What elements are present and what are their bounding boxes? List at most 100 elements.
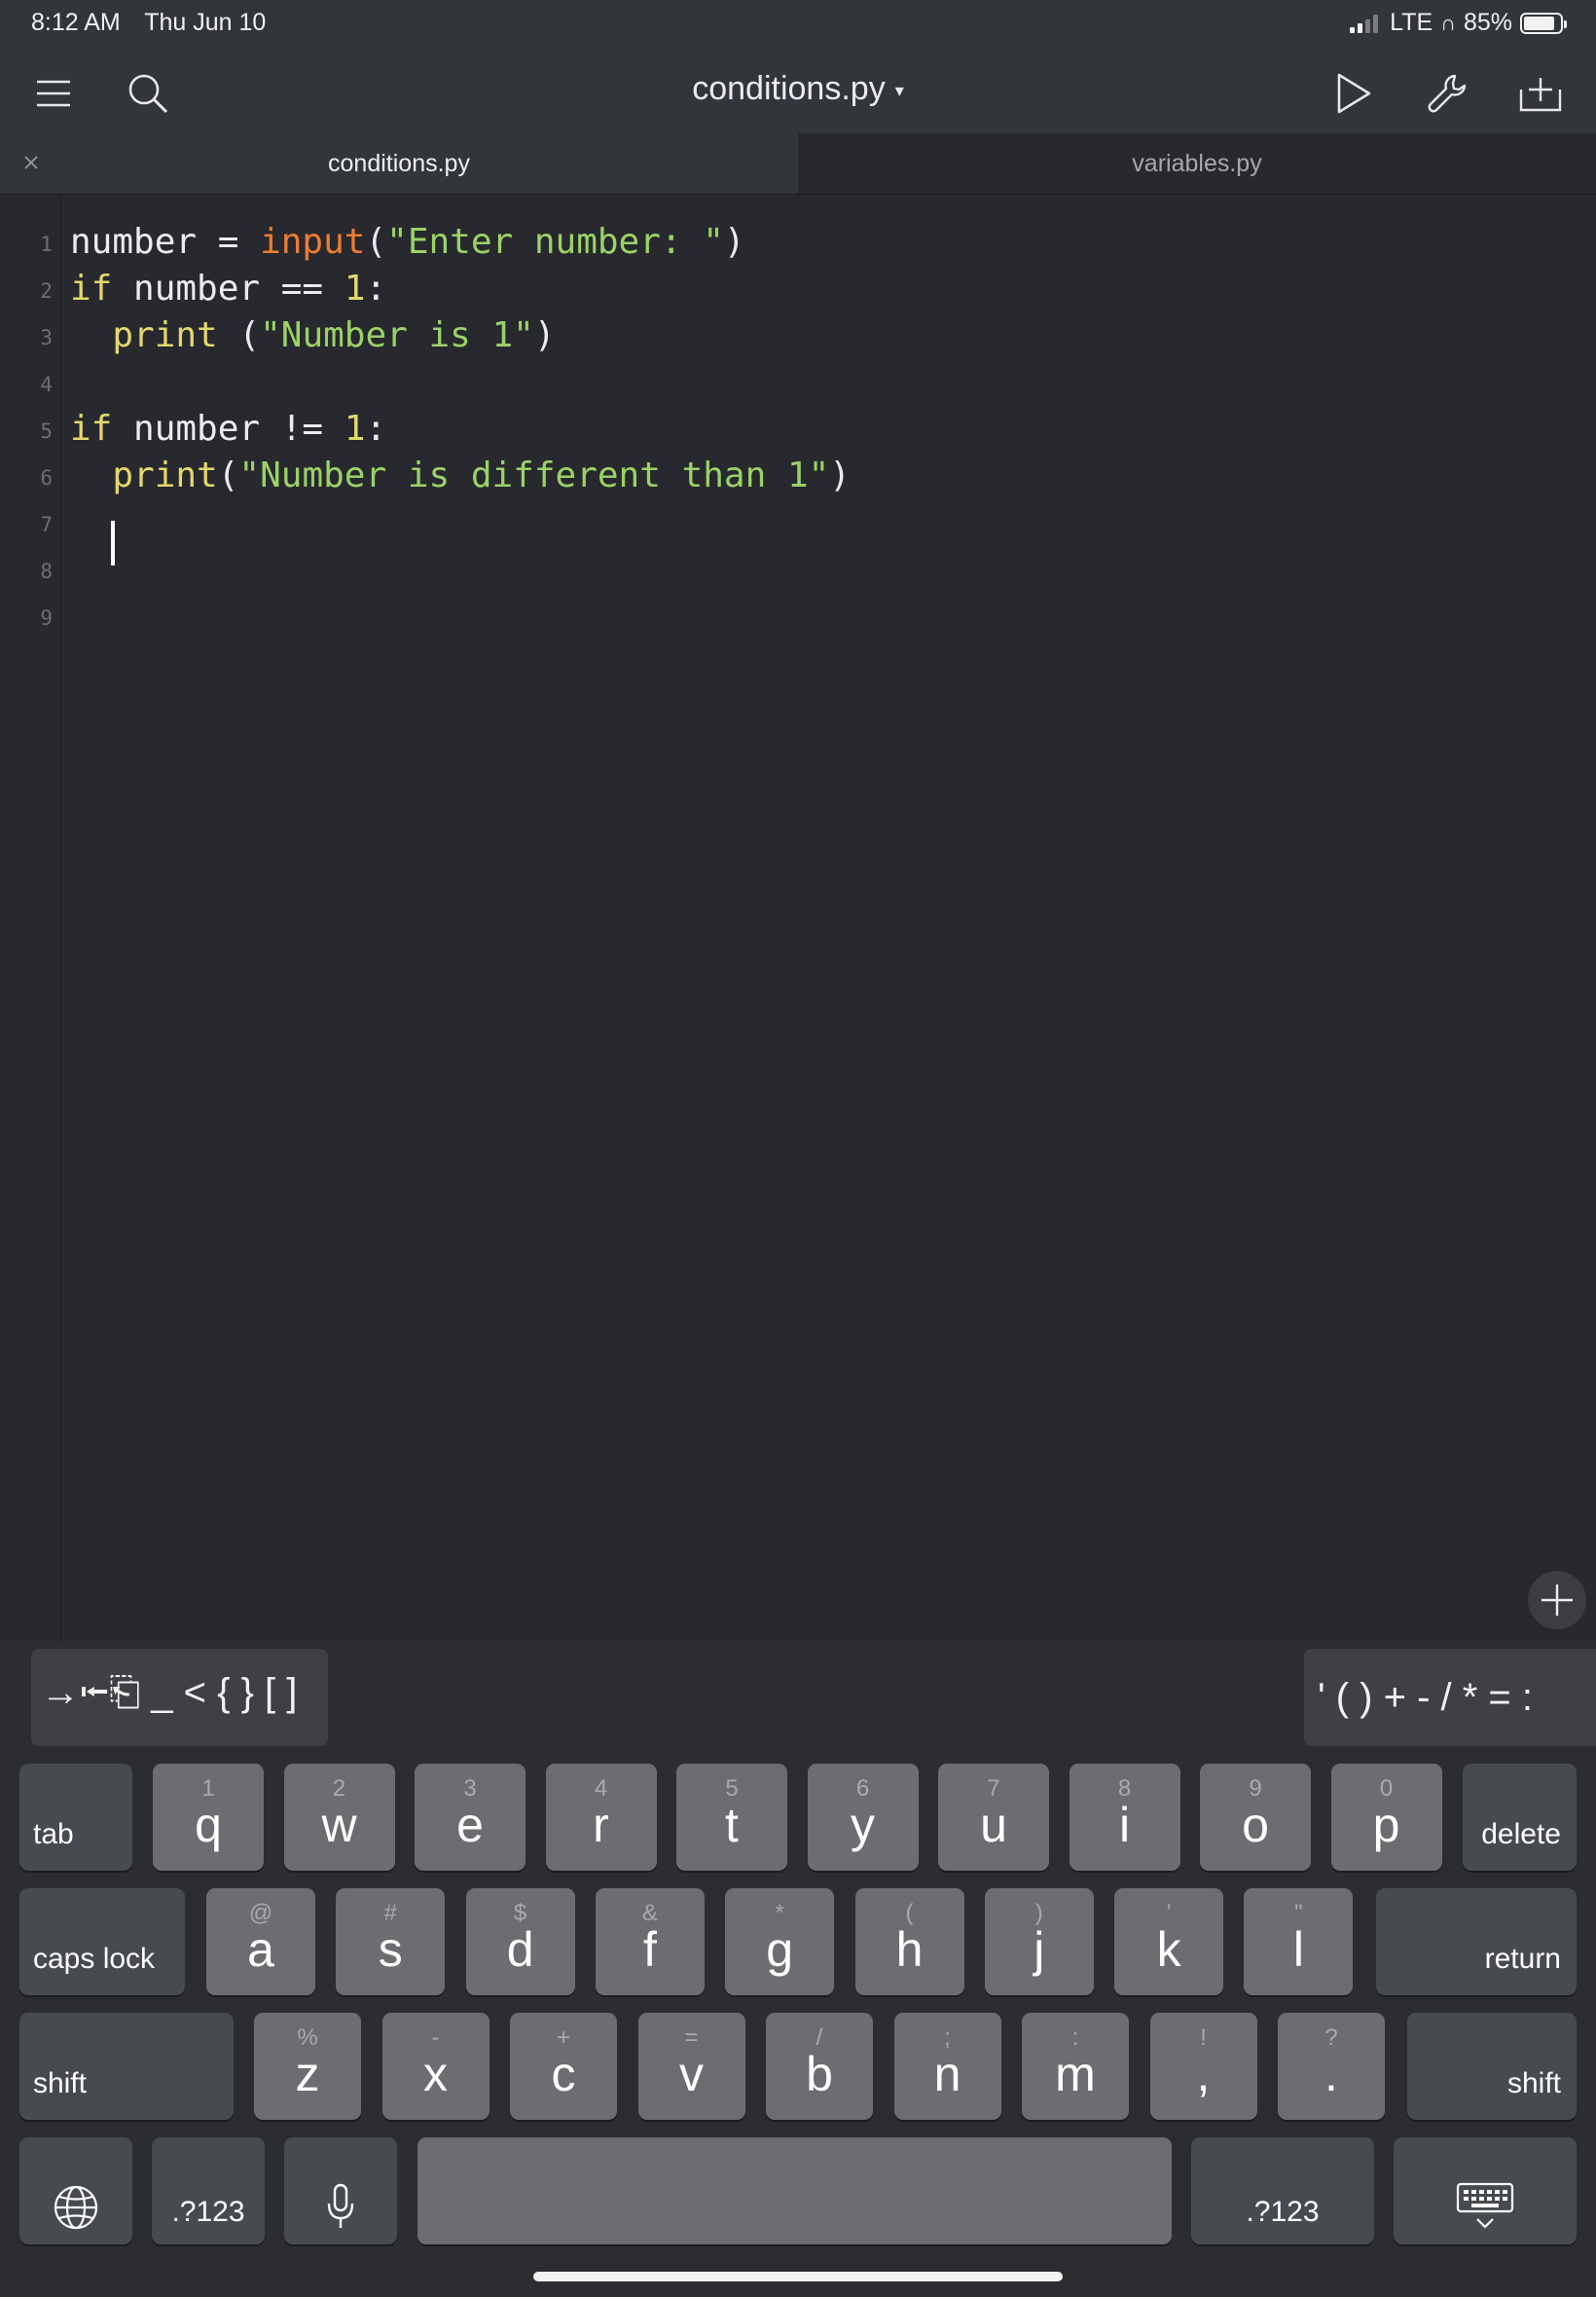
code-text: print ("Number is 1") [70, 312, 555, 359]
key-z[interactable]: % z [254, 2013, 361, 2120]
globe-key[interactable] [19, 2137, 132, 2244]
return-key[interactable]: return [1376, 1888, 1577, 1995]
key-s[interactable]: # s [336, 1888, 446, 1995]
key-x[interactable]: -x [381, 2013, 490, 2120]
key-primary-label: z [295, 2047, 320, 2101]
play-icon[interactable] [1326, 66, 1381, 121]
key-primary-label: h [895, 1922, 924, 1977]
code-token: ( [365, 222, 387, 262]
caps-lock-key[interactable]: caps lock [19, 1888, 185, 1995]
key-l[interactable]: " l [1244, 1888, 1354, 1995]
left-shift-key[interactable]: shift [19, 2013, 234, 2120]
delete-key[interactable]: delete [1463, 1764, 1577, 1871]
code-token: "Enter number: " [386, 222, 724, 262]
key-a[interactable]: @ a [206, 1888, 315, 1995]
key-primary-label: v [679, 2047, 704, 2101]
key-u[interactable]: 7u [938, 1764, 1049, 1871]
return-key-label: return [1484, 1943, 1561, 1975]
headphones-icon: ∩ [1440, 10, 1456, 35]
code-line[interactable]: 5 if number != 1: [0, 406, 1596, 453]
code-text: if number != 1: [70, 406, 386, 453]
on-screen-keyboard: tab 1q2w3e4r5t6y7u8i9o0p delete caps loc… [0, 1746, 1596, 2297]
code-token: if [70, 269, 113, 309]
code-line[interactable]: 7 [0, 499, 1596, 546]
key-primary-label: u [980, 1798, 1007, 1852]
code-editor[interactable]: 1 number = input("Enter number: ") 2 if num… [0, 195, 1596, 1641]
key-n[interactable]: ; n [893, 2013, 1001, 2120]
code-line[interactable]: 9 [0, 593, 1596, 639]
numbers-key-left[interactable]: .?123 [152, 2137, 265, 2244]
key-primary-label: j [1034, 1922, 1045, 1977]
code-line[interactable]: 2 if number == 1: [0, 266, 1596, 312]
wrench-icon[interactable] [1420, 66, 1474, 121]
key-o[interactable]: 9o [1200, 1764, 1311, 1871]
line-number: 1 [40, 233, 53, 256]
code-line[interactable]: 4 [0, 359, 1596, 406]
line-number: 9 [40, 606, 53, 630]
battery-icon [1520, 12, 1567, 34]
tab-conditions[interactable]: conditions.py [0, 133, 798, 194]
key-primary-label: x [423, 2047, 448, 2101]
code-token: "Number is different than 1" [238, 456, 830, 495]
key-m[interactable]: :m [1022, 2013, 1129, 2120]
key-b[interactable]: / b [766, 2013, 873, 2120]
key-primary-label: , [1196, 2047, 1211, 2101]
key-h[interactable]: (h [854, 1888, 964, 1995]
key-q[interactable]: 1q [153, 1764, 264, 1871]
key-c[interactable]: + c [510, 2013, 617, 2120]
tab-key[interactable]: tab [19, 1764, 132, 1871]
code-token: print [112, 456, 218, 495]
document-title: conditions.py [692, 70, 886, 107]
key-primary-label: f [642, 1922, 657, 1977]
symbol-keys-group[interactable]: ' ( ) + - / * = : [1304, 1649, 1596, 1746]
shift-key-label: shift [1506, 2067, 1561, 2099]
key-primary-label: d [506, 1922, 534, 1977]
dismiss-keyboard-key[interactable] [1394, 2137, 1577, 2244]
right-shift-key[interactable]: shift [1407, 2013, 1577, 2120]
code-token: number = [70, 222, 261, 262]
key-,[interactable]: !, [1149, 2013, 1257, 2120]
key-r[interactable]: 4r [545, 1764, 657, 1871]
key-d[interactable]: $ d [465, 1888, 575, 1995]
line-number: 3 [40, 326, 53, 349]
key-w[interactable]: 2w [283, 1764, 395, 1871]
key-p[interactable]: 0p [1330, 1764, 1442, 1871]
key-e[interactable]: 3e [415, 1764, 526, 1871]
key-v[interactable]: = v [637, 2013, 745, 2120]
code-token: 1 [344, 269, 366, 309]
code-line[interactable]: 8 [0, 546, 1596, 593]
code-line[interactable]: 6 print("Number is different than 1") [0, 453, 1596, 499]
key-primary-label: r [593, 1798, 609, 1852]
code-line[interactable]: 1 number = input("Enter number: ") [0, 219, 1596, 266]
microphone-icon [284, 2182, 397, 2231]
battery-percent: 85% [1463, 9, 1512, 36]
numbers-key-label: .?123 [1246, 2196, 1320, 2228]
key-j[interactable]: ) j [984, 1888, 1094, 1995]
dictation-key[interactable] [284, 2137, 397, 2244]
code-line[interactable]: 3 print ("Number is 1") [0, 312, 1596, 359]
code-token: print [112, 315, 218, 355]
code-text: print("Number is different than 1") [70, 453, 851, 499]
key-f[interactable]: & f [595, 1888, 705, 1995]
editing-keys-group[interactable]: →⭰⎗ _ < { } [ ] [31, 1649, 328, 1746]
key-primary-label: p [1372, 1798, 1400, 1852]
space-bar[interactable] [417, 2137, 1172, 2244]
key-g[interactable]: * g [725, 1888, 835, 1995]
code-text: if number == 1: [70, 266, 386, 312]
tab-variables[interactable]: variables.py [798, 133, 1596, 194]
symbol-keys: ' ( ) + - / * = : [1318, 1675, 1534, 1719]
close-tab-icon[interactable] [16, 147, 47, 178]
code-token: number != [112, 409, 345, 449]
globe-icon [19, 2184, 132, 2231]
key-i[interactable]: 8i [1069, 1764, 1180, 1871]
key-k[interactable]: ’ k [1114, 1888, 1224, 1995]
key-.[interactable]: ?. [1278, 2013, 1385, 2120]
add-snippet-button[interactable] [1528, 1571, 1586, 1629]
numbers-key-right[interactable]: .?123 [1191, 2137, 1374, 2244]
key-t[interactable]: 5t [676, 1764, 787, 1871]
tab-label: variables.py [1132, 149, 1262, 177]
add-file-icon[interactable] [1513, 66, 1568, 121]
key-y[interactable]: 6y [807, 1764, 919, 1871]
